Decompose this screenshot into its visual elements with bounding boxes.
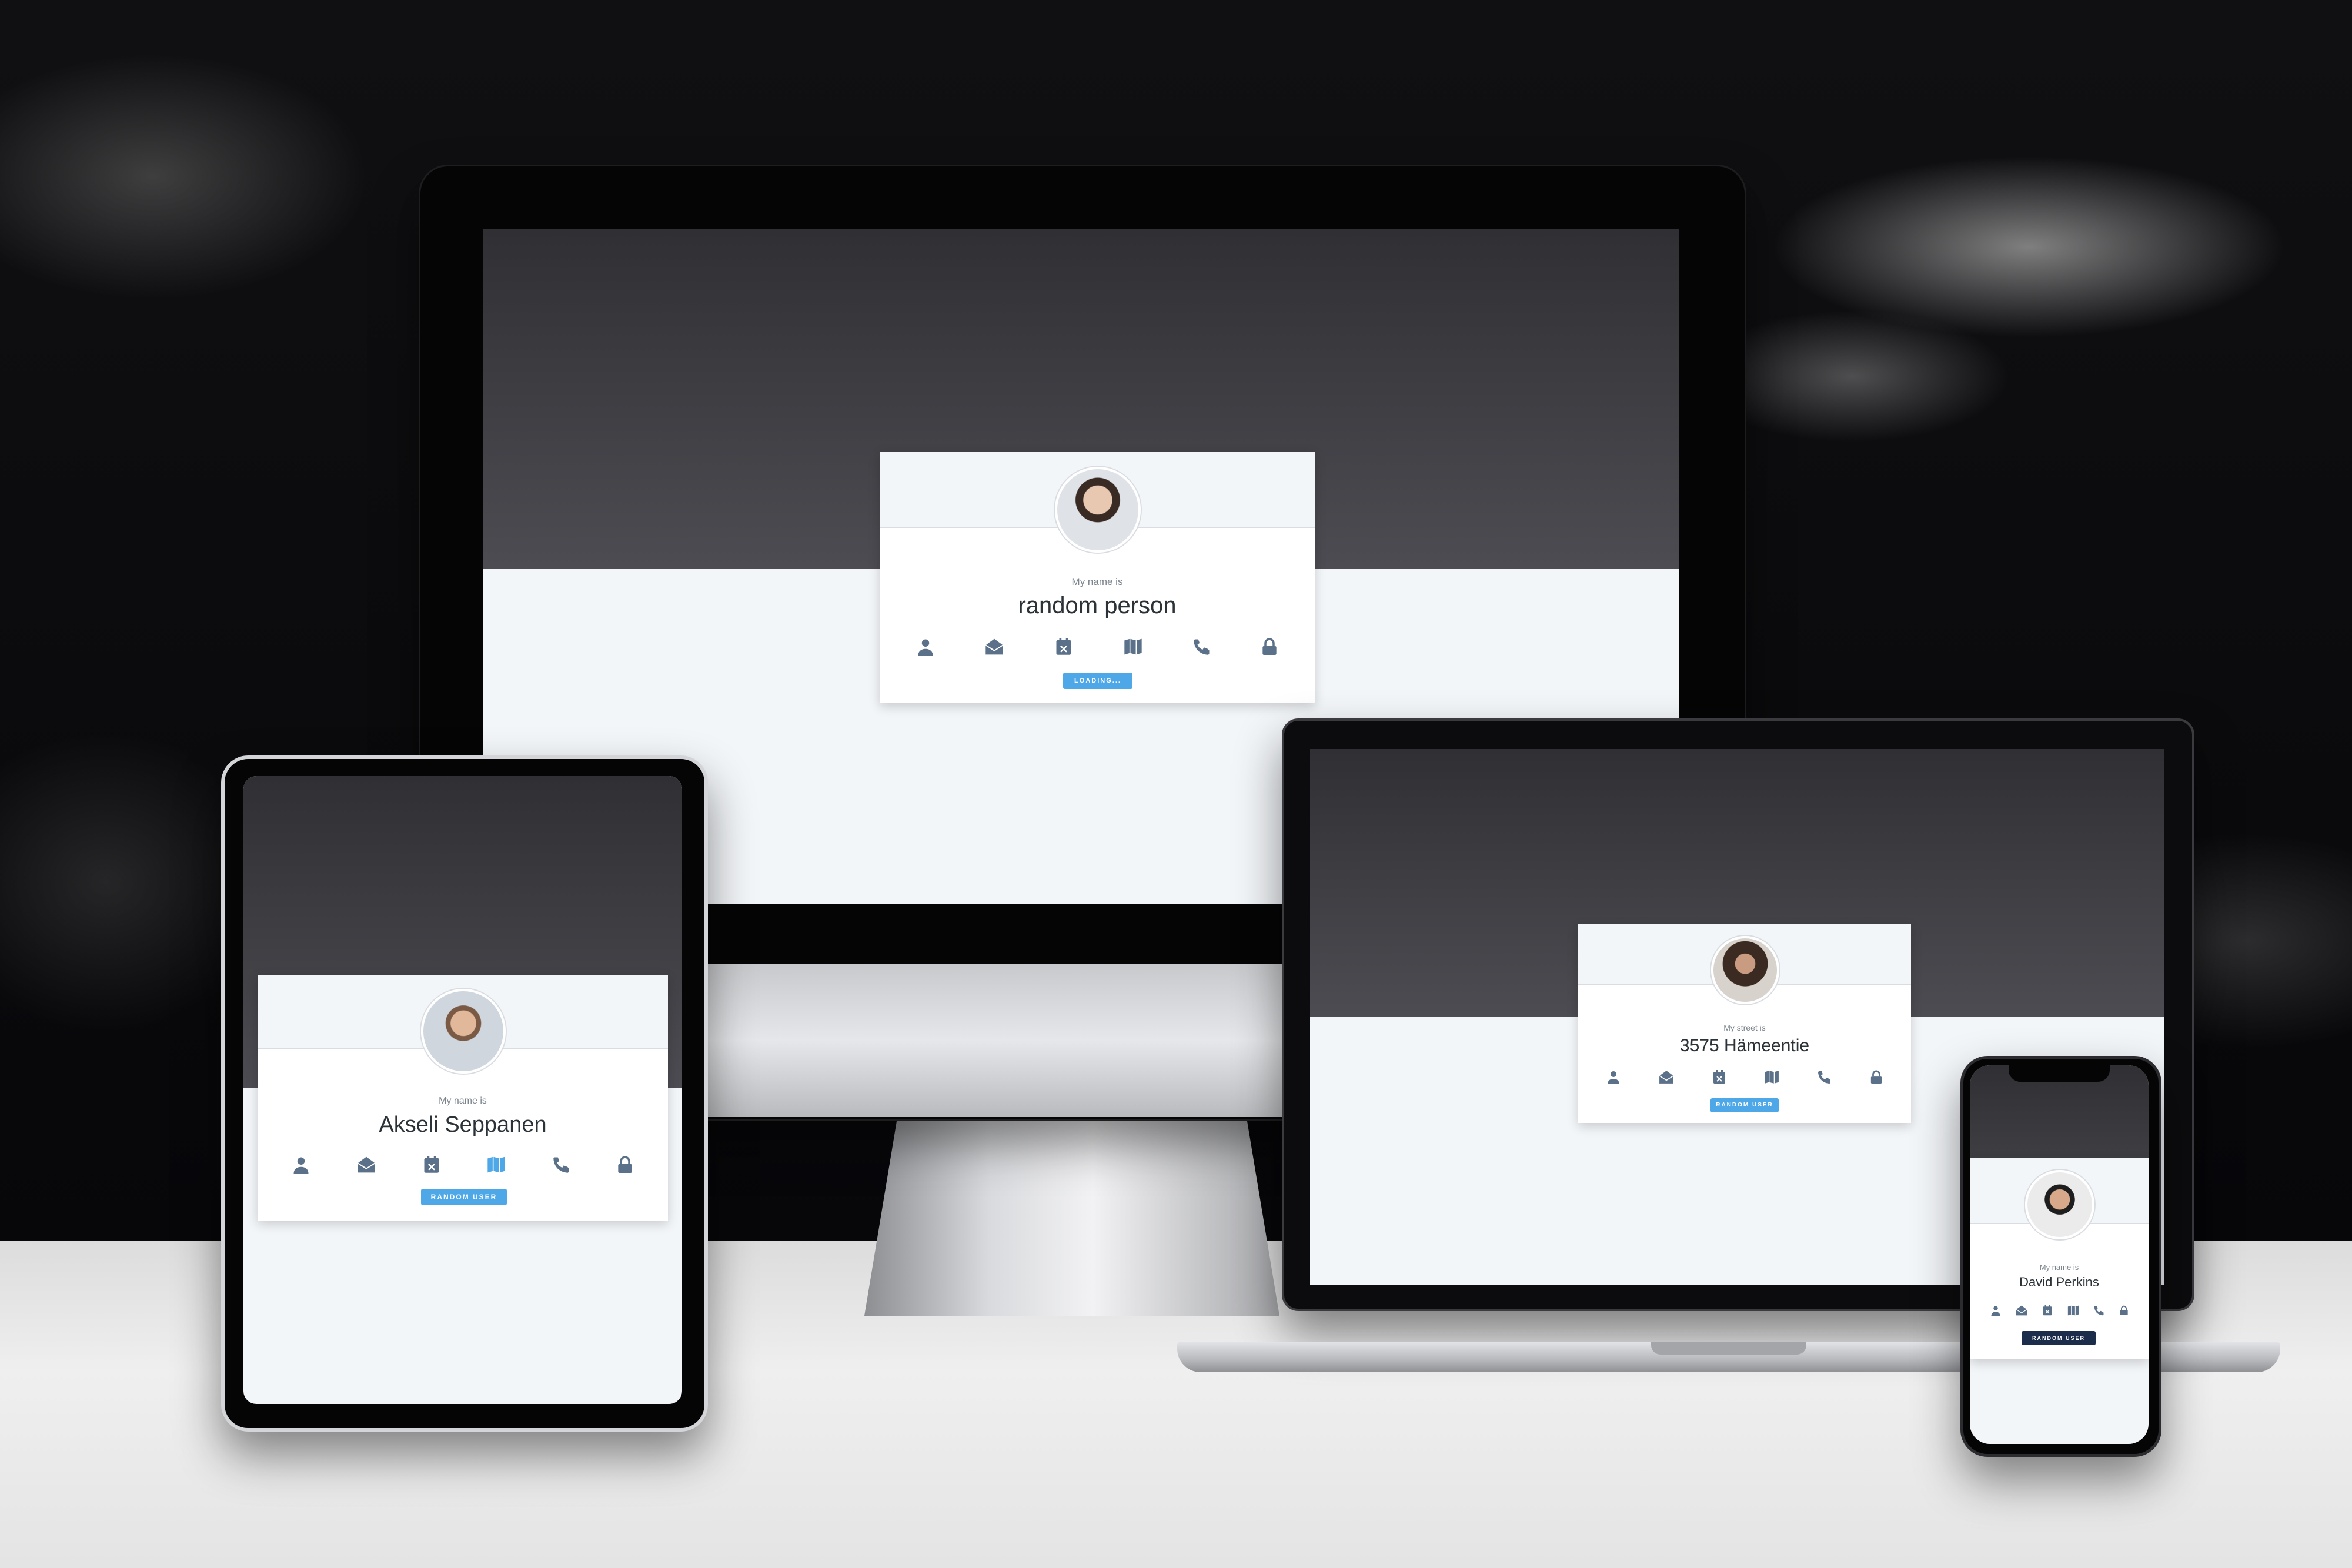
user-avatar <box>1055 467 1141 553</box>
map-icon[interactable] <box>486 1154 506 1176</box>
card-label: My street is <box>1723 1023 1766 1032</box>
map-icon[interactable] <box>2067 1304 2079 1317</box>
random-user-button[interactable]: RANDOM USER <box>1710 1098 1779 1112</box>
lock-icon[interactable] <box>2119 1304 2129 1317</box>
lock-icon[interactable] <box>1261 635 1278 658</box>
imac-stand <box>864 1116 1279 1316</box>
envelope-open-icon[interactable] <box>984 635 1004 658</box>
envelope-open-icon[interactable] <box>2015 1304 2027 1317</box>
user-icon[interactable] <box>292 1154 310 1176</box>
user-avatar <box>2025 1170 2094 1239</box>
card-icon-row <box>1970 1304 2149 1317</box>
user-card: My name is random person LOADING... <box>880 452 1315 703</box>
calendar-x-icon[interactable] <box>423 1154 440 1176</box>
phone-icon[interactable] <box>1818 1068 1832 1086</box>
card-icon-row <box>258 1154 668 1176</box>
card-icon-row <box>1578 1068 1911 1086</box>
card-value: 3575 Hämeentie <box>1679 1036 1810 1055</box>
user-card: My street is 3575 Hämeentie RANDOM USER <box>1578 924 1911 1123</box>
user-avatar <box>1711 936 1779 1004</box>
phone-icon[interactable] <box>553 1154 570 1176</box>
phone-icon[interactable] <box>1193 635 1211 658</box>
calendar-x-icon[interactable] <box>1712 1068 1726 1086</box>
calendar-x-icon[interactable] <box>2042 1304 2053 1317</box>
random-user-button[interactable]: RANDOM USER <box>2022 1331 2096 1345</box>
random-user-button[interactable]: RANDOM USER <box>421 1189 507 1205</box>
random-user-button[interactable]: LOADING... <box>1063 673 1132 689</box>
lock-icon[interactable] <box>617 1154 633 1176</box>
map-icon[interactable] <box>1764 1068 1779 1086</box>
laptop-hinge-notch <box>1651 1342 1806 1355</box>
calendar-x-icon[interactable] <box>1055 635 1073 658</box>
phone-icon[interactable] <box>2094 1304 2104 1317</box>
card-label: My name is <box>439 1096 487 1106</box>
user-icon[interactable] <box>1990 1304 2001 1317</box>
map-icon[interactable] <box>1123 635 1143 658</box>
envelope-open-icon[interactable] <box>356 1154 376 1176</box>
envelope-open-icon[interactable] <box>1659 1068 1674 1086</box>
user-card: My name is Akseli Seppanen RANDOM USER <box>258 975 668 1221</box>
user-avatar <box>421 989 506 1074</box>
lock-icon[interactable] <box>1870 1068 1883 1086</box>
card-value: David Perkins <box>2019 1275 2099 1289</box>
phone-notch <box>2009 1064 2110 1082</box>
card-label: My name is <box>2039 1263 2079 1272</box>
card-label: My name is <box>1071 576 1123 587</box>
user-card: My name is David Perkins RANDOM USER <box>1970 1158 2149 1359</box>
phone-screen: My name is David Perkins RANDOM USER <box>1970 1065 2149 1444</box>
card-value: random person <box>1018 593 1177 618</box>
card-icon-row <box>880 635 1315 658</box>
user-icon[interactable] <box>1606 1068 1621 1086</box>
tablet-screen: My name is Akseli Seppanen RANDOM USER <box>243 776 682 1404</box>
card-value: Akseli Seppanen <box>379 1112 547 1137</box>
user-icon[interactable] <box>917 635 934 658</box>
